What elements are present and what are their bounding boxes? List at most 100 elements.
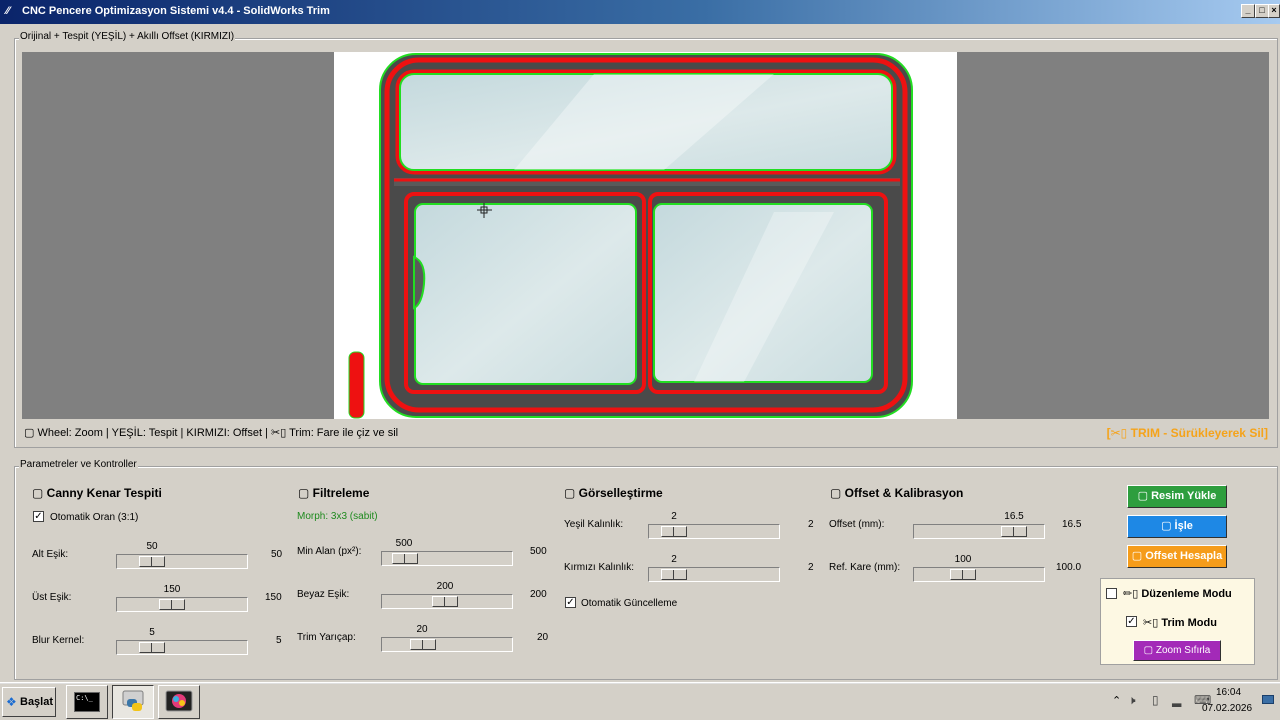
- morph-note: Morph: 3x3 (sabit): [297, 511, 378, 522]
- blur-kernel-value: 5: [276, 635, 282, 646]
- ust-esik-label: Üst Eşik:: [32, 592, 72, 603]
- paint-icon: [165, 690, 193, 712]
- green-thickness-current: 2: [671, 511, 677, 522]
- filter-section-title: ▢ Filtreleme: [298, 486, 370, 500]
- offset-mm-label: Offset (mm):: [829, 519, 885, 530]
- python-icon: [122, 690, 144, 711]
- auto-ratio-checkbox[interactable]: ✓: [33, 511, 44, 522]
- slider-thumb[interactable]: [1001, 526, 1027, 537]
- cmd-icon: C:\_: [74, 692, 100, 712]
- offset-mm-current: 16.5: [1004, 511, 1024, 522]
- ref-kare-value: 100.0: [1056, 562, 1082, 573]
- trim-yaricap-label: Trim Yarıçap:: [297, 632, 356, 643]
- red-thickness-label: Kırmızı Kalınlık:: [564, 562, 635, 573]
- mode-panel: ✏▯ Düzenleme Modu ✓ ✂▯ Trim Modu ▢ Zoom …: [1100, 578, 1255, 665]
- alt-esik-label: Alt Eşik:: [32, 549, 69, 560]
- ust-esik-current: 150: [163, 584, 181, 595]
- cmd-taskbar-button[interactable]: C:\_: [66, 685, 108, 719]
- trim-yaricap-current: 20: [416, 624, 428, 635]
- show-hidden-icons-icon[interactable]: ⌃: [1112, 694, 1121, 707]
- ust-esik-slider[interactable]: 150: [116, 584, 248, 612]
- red-thickness-value: 2: [808, 562, 814, 573]
- clock-date[interactable]: 07.02.2026: [1202, 703, 1252, 714]
- python-taskbar-button[interactable]: [112, 685, 154, 719]
- min-alan-value: 500: [530, 546, 547, 557]
- canvas-hint: ▢ Wheel: Zoom | YEŞİL: Tespit | KIRMIZI:…: [24, 427, 399, 439]
- volume-icon[interactable]: 🕨: [1128, 693, 1136, 708]
- blur-kernel-slider[interactable]: 5: [116, 627, 248, 655]
- windows-logo-icon: ❖: [6, 695, 17, 709]
- ref-kare-label: Ref. Kare (mm):: [829, 562, 901, 573]
- slider-thumb[interactable]: [950, 569, 976, 580]
- canny-section-title: ▢ Canny Kenar Tespiti: [32, 486, 162, 500]
- ust-esik-value: 150: [265, 592, 282, 603]
- clock-time[interactable]: 16:04: [1216, 687, 1241, 698]
- edit-mode-label: ✏▯ Düzenleme Modu: [1123, 588, 1232, 600]
- blur-kernel-current: 5: [149, 627, 155, 638]
- window-title: CNC Pencere Optimizasyon Sistemi v4.4 - …: [22, 5, 330, 17]
- slider-thumb[interactable]: [661, 569, 687, 580]
- green-thickness-value: 2: [808, 519, 814, 530]
- trim-status: [✂▯ TRIM - Sürükleyerek Sil]: [1106, 426, 1268, 440]
- network-icon[interactable]: ▂: [1172, 693, 1181, 707]
- maximize-button[interactable]: □: [1255, 4, 1269, 18]
- edit-mode-checkbox[interactable]: [1106, 588, 1117, 599]
- offset-mm-value: 16.5: [1062, 519, 1082, 530]
- red-thickness-slider[interactable]: 2: [648, 554, 780, 582]
- ref-kare-current: 100: [954, 554, 972, 565]
- close-button[interactable]: ×: [1268, 4, 1280, 18]
- window-drawing: [348, 53, 913, 419]
- alt-esik-slider[interactable]: 50: [116, 541, 248, 569]
- beyaz-esik-current: 200: [436, 581, 454, 592]
- process-button[interactable]: ▢ İşle: [1127, 515, 1227, 538]
- green-thickness-label: Yeşil Kalınlık:: [564, 519, 624, 530]
- slider-thumb[interactable]: [139, 556, 165, 567]
- trim-yaricap-value: 20: [537, 632, 549, 643]
- trim-mode-label: ✂▯ Trim Modu: [1143, 617, 1217, 629]
- battery-icon[interactable]: ▯: [1152, 693, 1159, 707]
- params-group-legend: Parametreler ve Kontroller: [19, 459, 138, 470]
- taskbar: ❖ Başlat C:\_ ⌃ 🕨 ▯ ▂ ⌨ 16:04 07.02.2026: [0, 682, 1280, 720]
- trim-yaricap-slider[interactable]: 20: [381, 624, 513, 652]
- min-alan-slider[interactable]: 500: [381, 538, 513, 566]
- beyaz-esik-value: 200: [530, 589, 547, 600]
- visual-section-title: ▢ Görselleştirme: [564, 486, 663, 500]
- beyaz-esik-label: Beyaz Eşik:: [297, 589, 350, 600]
- start-button[interactable]: ❖ Başlat: [2, 687, 56, 717]
- minimize-button[interactable]: _: [1241, 4, 1255, 18]
- calc-offset-button[interactable]: ▢ Offset Hesapla: [1127, 545, 1227, 568]
- auto-update-label: Otomatik Güncelleme: [581, 598, 678, 609]
- slider-thumb[interactable]: [392, 553, 418, 564]
- window-image[interactable]: [334, 52, 957, 419]
- offset-section-title: ▢ Offset & Kalibrasyon: [830, 486, 964, 500]
- canvas-group-legend: Orijinal + Tespit (YEŞİL) + Akıllı Offse…: [19, 31, 236, 42]
- trim-mode-checkbox[interactable]: ✓: [1126, 616, 1137, 627]
- min-alan-current: 500: [395, 538, 413, 549]
- load-image-button[interactable]: ▢ Resim Yükle: [1127, 485, 1227, 508]
- slider-thumb[interactable]: [432, 596, 458, 607]
- paint-taskbar-button[interactable]: [158, 685, 200, 719]
- green-thickness-slider[interactable]: 2: [648, 511, 780, 539]
- lower-left-glass: [414, 203, 637, 385]
- alt-esik-current: 50: [146, 541, 158, 552]
- slider-thumb[interactable]: [139, 642, 165, 653]
- slider-thumb[interactable]: [410, 639, 436, 650]
- min-alan-label: Min Alan (px²):: [297, 546, 362, 557]
- title-bar[interactable]: ⁄⁄ CNC Pencere Optimizasyon Sistemi v4.4…: [0, 0, 1280, 24]
- offset-mm-slider[interactable]: 16.5: [913, 511, 1045, 539]
- red-thickness-current: 2: [671, 554, 677, 565]
- system-tray: ⌃ 🕨 ▯ ▂ ⌨ 16:04 07.02.2026: [1106, 687, 1278, 717]
- slider-thumb[interactable]: [661, 526, 687, 537]
- zoom-reset-button[interactable]: ▢ Zoom Sıfırla: [1133, 640, 1221, 661]
- beyaz-esik-slider[interactable]: 200: [381, 581, 513, 609]
- blur-kernel-label: Blur Kernel:: [32, 635, 85, 646]
- start-label: Başlat: [20, 696, 54, 708]
- show-desktop-icon[interactable]: [1262, 695, 1274, 704]
- slider-thumb[interactable]: [159, 599, 185, 610]
- ref-kare-slider[interactable]: 100: [913, 554, 1045, 582]
- feather-icon: ⁄⁄: [6, 5, 10, 17]
- auto-ratio-label: Otomatik Oran (3:1): [50, 512, 139, 523]
- auto-update-checkbox[interactable]: ✓: [565, 597, 576, 608]
- detected-artifact: [348, 351, 365, 419]
- alt-esik-value: 50: [271, 549, 283, 560]
